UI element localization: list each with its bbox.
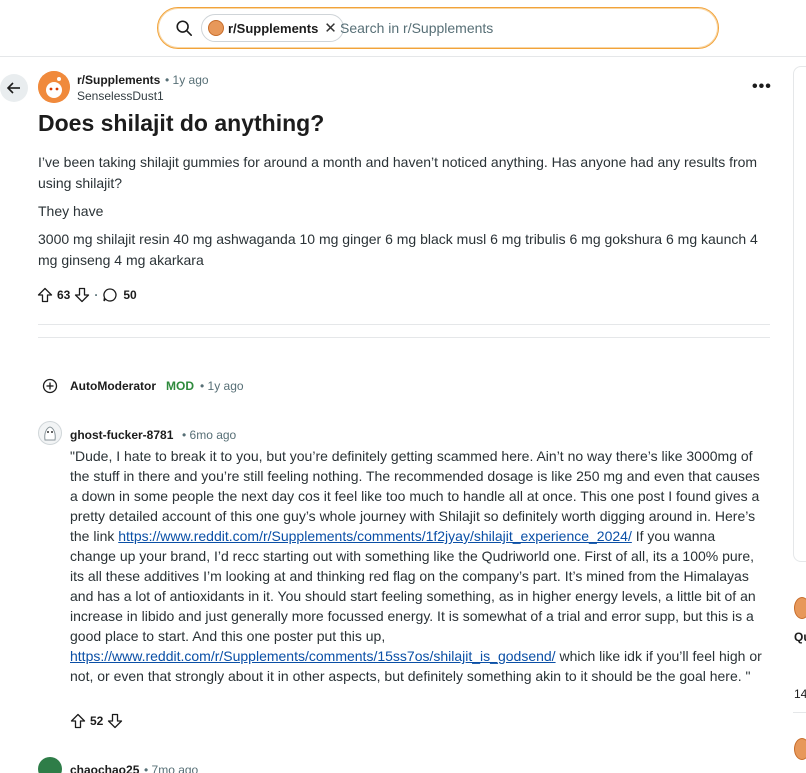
search-bar[interactable]: r/Supplements ✕ Search in r/Supplements (157, 7, 719, 49)
subreddit-icon[interactable] (38, 71, 70, 103)
right-sidebar-card (793, 66, 806, 562)
comment-count: 50 (123, 288, 137, 302)
divider (38, 337, 770, 338)
back-button[interactable] (0, 74, 28, 102)
avatar[interactable] (38, 757, 62, 773)
comment-time: • 1y ago (200, 379, 244, 393)
post-time: • 1y ago (165, 73, 209, 87)
post-paragraph: I’ve been taking shilajit gummies for ar… (38, 154, 758, 191)
back-arrow-icon (6, 82, 20, 94)
comment-link[interactable]: https://www.reddit.com/r/Supplements/com… (118, 528, 632, 544)
comment-author[interactable]: chaochao25 (70, 763, 139, 773)
post-body: I’ve been taking shilajit gummies for ar… (38, 152, 766, 278)
upvote-icon[interactable] (70, 713, 86, 729)
post-paragraph: They have (38, 203, 104, 219)
comment-link[interactable]: https://www.reddit.com/r/Supplements/com… (70, 648, 556, 664)
sidebar-divider (793, 712, 806, 713)
separator-dot: · (94, 288, 99, 302)
comment-body: "Dude, I hate to break it to you, but yo… (70, 446, 762, 686)
expand-icon[interactable] (42, 378, 58, 394)
comment-icon[interactable] (102, 287, 118, 303)
comment-time: • 7mo ago (144, 763, 199, 773)
sidebar-avatar (794, 597, 806, 619)
comment-time: • 6mo ago (182, 428, 237, 442)
post-title: Does shilajit do anything? (38, 110, 325, 136)
comment-author[interactable]: AutoModerator (70, 379, 156, 393)
comment-actions: 52 (70, 713, 123, 729)
close-icon[interactable]: ✕ (324, 19, 337, 37)
post-actions: 63 · 50 (37, 287, 137, 303)
upvote-count: 63 (57, 288, 71, 302)
more-options-button[interactable]: ••• (752, 78, 772, 96)
upvote-icon[interactable] (37, 287, 53, 303)
sidebar-text: Qu (794, 630, 806, 644)
subreddit-avatar (208, 20, 224, 36)
divider (38, 324, 770, 325)
subreddit-filter-chip[interactable]: r/Supplements ✕ (201, 14, 344, 42)
post-author[interactable]: SenselessDust1 (77, 89, 164, 103)
post-paragraph: 3000 mg shilajit resin 40 mg ashwaganda … (38, 231, 758, 268)
search-icon (176, 20, 193, 37)
avatar[interactable] (38, 421, 62, 445)
downvote-icon[interactable] (107, 713, 123, 729)
search-input[interactable]: Search in r/Supplements (340, 20, 493, 36)
comment-author[interactable]: ghost-fucker-8781 (70, 428, 173, 442)
chip-label: r/Supplements (228, 20, 319, 36)
downvote-icon[interactable] (74, 287, 90, 303)
top-bar: r/Supplements ✕ Search in r/Supplements (0, 0, 806, 57)
sidebar-count: 14 (794, 687, 806, 701)
comment-text: If you wanna change up your brand, I’d r… (70, 528, 756, 644)
subreddit-name[interactable]: r/Supplements (77, 73, 160, 87)
mod-badge: MOD (166, 379, 194, 393)
sidebar-avatar (794, 738, 806, 760)
upvote-count: 52 (90, 714, 104, 728)
